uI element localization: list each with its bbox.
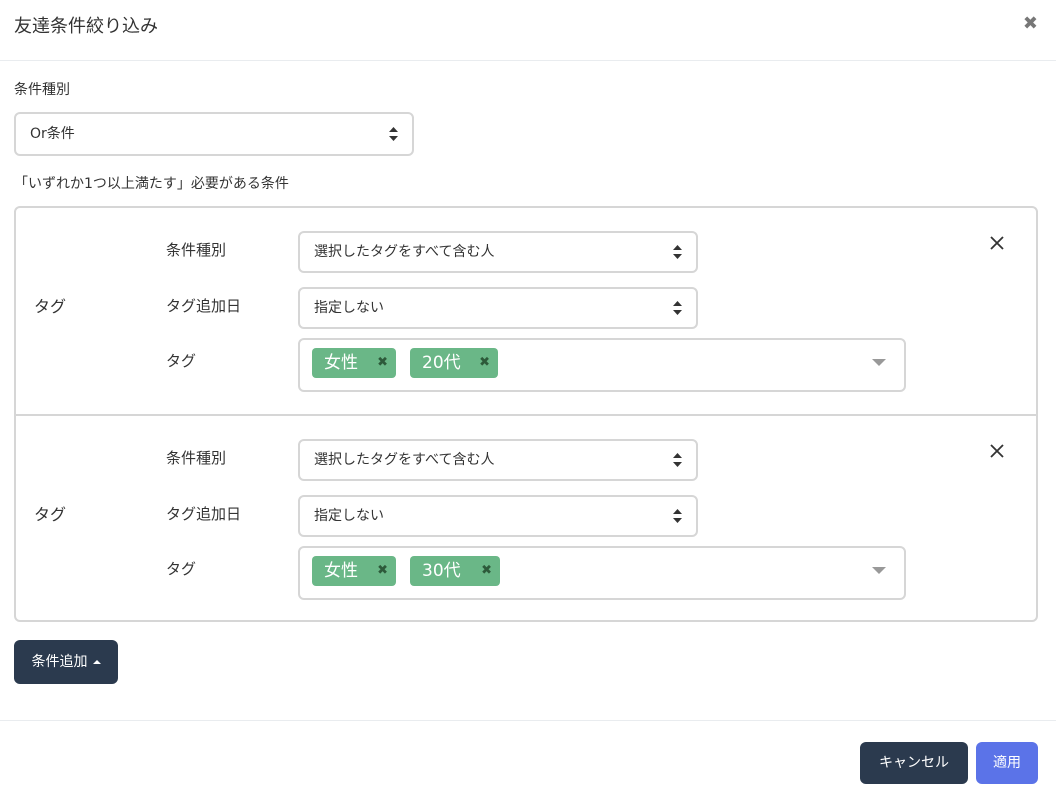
apply-button[interactable]: 適用 <box>976 742 1038 784</box>
condition-type-field-label: 条件種別 <box>166 241 227 259</box>
conditions-container: タグ 条件種別 選択したタグをすべて含む人 タグ追加日 指定しない タグ 女性 … <box>14 206 1038 622</box>
condition-row: タグ 条件種別 選択したタグをすべて含む人 タグ追加日 指定しない タグ 女性 … <box>16 208 1036 414</box>
tag-chip-label: 女性 <box>324 353 358 373</box>
tag-date-label: タグ追加日 <box>166 297 242 315</box>
footer-divider <box>0 720 1056 721</box>
condition-type-value: Or条件 <box>30 126 75 142</box>
select-arrows-icon <box>673 301 682 315</box>
tag-chip: 女性 ✖ <box>312 556 396 586</box>
condition-type-field-select[interactable]: 選択したタグをすべて含む人 <box>298 231 698 273</box>
tag-chip: 30代 ✖ <box>410 556 500 586</box>
condition-type-field-select[interactable]: 選択したタグをすべて含む人 <box>298 439 698 481</box>
condition-type-field-value: 選択したタグをすべて含む人 <box>314 452 495 468</box>
condition-type-field-value: 選択したタグをすべて含む人 <box>314 244 495 260</box>
caret-up-icon <box>92 660 101 664</box>
select-arrows-icon <box>673 509 682 523</box>
tag-chip-label: 20代 <box>422 353 461 373</box>
condition-category: タグ <box>34 505 67 524</box>
remove-tag-icon[interactable]: ✖ <box>377 556 388 586</box>
tag-date-select[interactable]: 指定しない <box>298 495 698 537</box>
remove-condition-icon[interactable] <box>986 440 1008 462</box>
remove-condition-icon[interactable] <box>986 232 1008 254</box>
select-arrows-icon <box>389 127 398 141</box>
condition-description: 「いずれか1つ以上満たす」必要がある条件 <box>14 176 289 192</box>
cancel-button[interactable]: キャンセル <box>860 742 968 784</box>
add-condition-label: 条件追加 <box>31 654 88 670</box>
tag-chip: 20代 ✖ <box>410 348 498 378</box>
chevron-down-icon[interactable] <box>872 359 886 366</box>
tags-label: タグ <box>166 560 197 578</box>
remove-tag-icon[interactable]: ✖ <box>377 348 388 378</box>
select-arrows-icon <box>673 453 682 467</box>
add-condition-button[interactable]: 条件追加 <box>14 640 118 684</box>
tag-chip: 女性 ✖ <box>312 348 396 378</box>
remove-tag-icon[interactable]: ✖ <box>481 556 492 586</box>
chevron-down-icon[interactable] <box>872 567 886 574</box>
condition-row: タグ 条件種別 選択したタグをすべて含む人 タグ追加日 指定しない タグ 女性 … <box>16 414 1036 620</box>
tag-date-label: タグ追加日 <box>166 505 242 523</box>
tag-date-value: 指定しない <box>314 300 384 316</box>
tags-input[interactable]: 女性 ✖ 20代 ✖ <box>298 338 906 392</box>
modal-header: 友達条件絞り込み ✖ <box>0 0 1056 61</box>
condition-type-label: 条件種別 <box>14 82 70 98</box>
modal-title: 友達条件絞り込み <box>14 16 158 37</box>
condition-type-select[interactable]: Or条件 <box>14 112 414 156</box>
tag-chip-label: 女性 <box>324 561 358 581</box>
condition-category: タグ <box>34 297 67 316</box>
condition-type-field-label: 条件種別 <box>166 449 227 467</box>
tag-date-select[interactable]: 指定しない <box>298 287 698 329</box>
remove-tag-icon[interactable]: ✖ <box>479 348 490 378</box>
close-icon[interactable]: ✖ <box>1023 12 1038 36</box>
select-arrows-icon <box>673 245 682 259</box>
tags-input[interactable]: 女性 ✖ 30代 ✖ <box>298 546 906 600</box>
tags-label: タグ <box>166 352 197 370</box>
tag-date-value: 指定しない <box>314 508 384 524</box>
tag-chip-label: 30代 <box>422 561 461 581</box>
